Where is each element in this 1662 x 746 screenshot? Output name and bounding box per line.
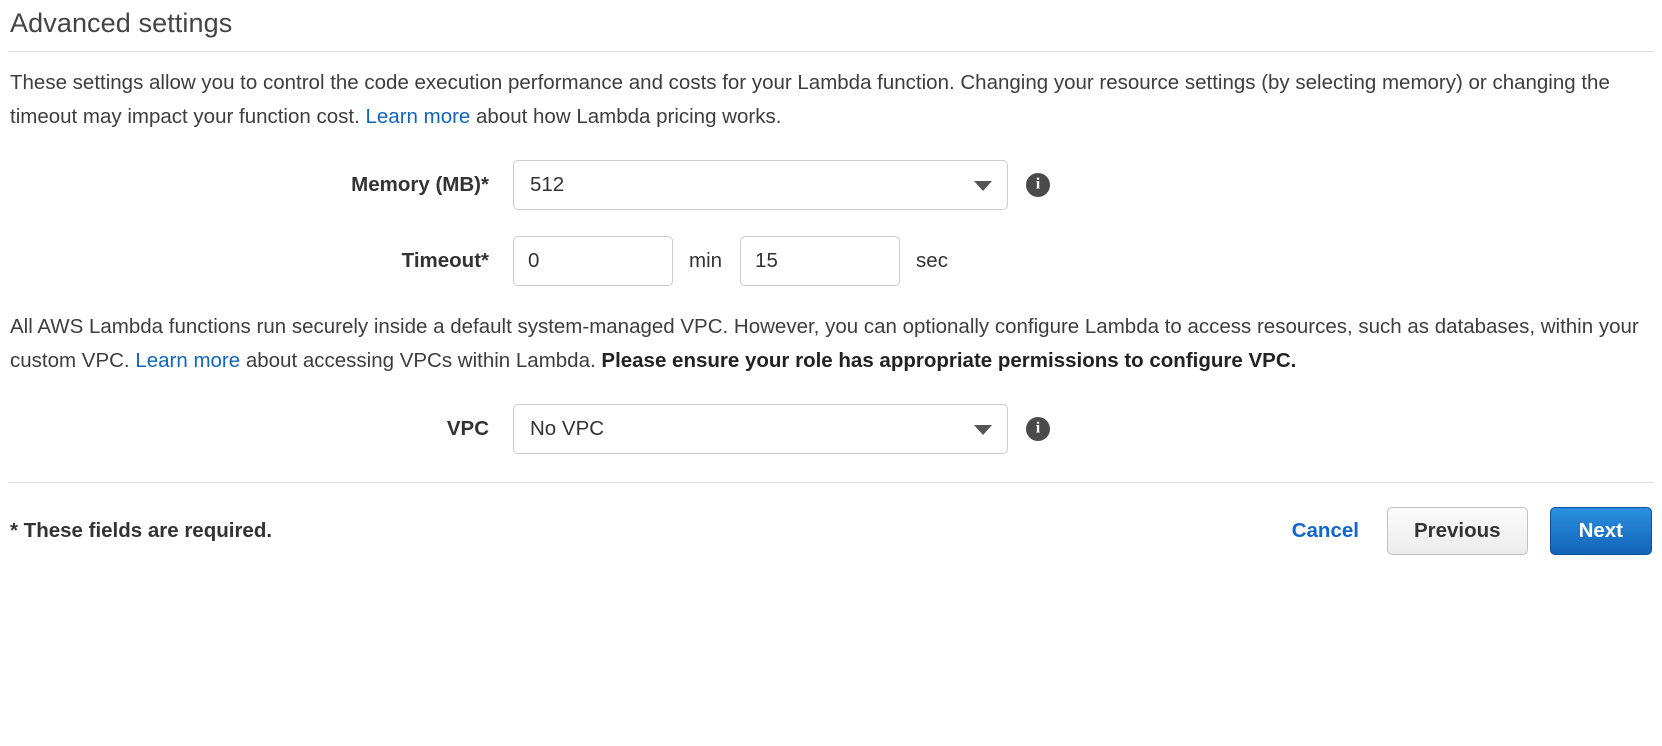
memory-select[interactable]: 512 [513,160,1008,210]
memory-info-icon[interactable]: i [1026,173,1050,197]
timeout-minutes-input[interactable] [513,236,673,286]
vpc-note-paragraph: All AWS Lambda functions run securely in… [10,310,1654,378]
timeout-row: Timeout* min sec [8,236,1654,286]
info-glyph: i [1035,175,1041,193]
advanced-settings-page: Advanced settings These settings allow y… [0,0,1662,746]
next-button[interactable]: Next [1549,507,1652,555]
vpc-learn-more-link[interactable]: Learn more [135,349,240,372]
previous-button[interactable]: Previous [1386,507,1528,555]
pricing-learn-more-link[interactable]: Learn more [365,105,470,128]
required-fields-note: * These fields are required. [10,519,273,542]
intro-text-part1: These settings allow you to control the … [10,71,1610,128]
timeout-seconds-unit: sec [916,249,948,272]
memory-select-wrapper: 512 [513,160,1008,210]
vpc-select[interactable]: No VPC [513,404,1008,454]
memory-row: Memory (MB)* 512 i [8,160,1654,210]
intro-paragraph: These settings allow you to control the … [10,66,1650,134]
vpc-note-part2: about accessing VPCs within Lambda. [240,349,602,372]
title-divider [8,51,1654,52]
timeout-minutes-unit: min [689,249,723,272]
timeout-label: Timeout* [401,249,489,272]
vpc-note-bold: Please ensure your role has appropriate … [601,349,1297,372]
vpc-row: VPC No VPC i [8,404,1654,454]
timeout-seconds-input[interactable] [740,236,901,286]
vpc-label: VPC [446,417,489,440]
intro-text-part2: about how Lambda pricing works. [470,105,782,128]
footer-bar: * These fields are required. Cancel Prev… [8,483,1654,555]
info-glyph: i [1035,419,1041,437]
footer-actions: Cancel Previous Next [1286,507,1652,555]
page-title: Advanced settings [10,8,233,38]
memory-label: Memory (MB)* [351,173,489,196]
vpc-select-wrapper: No VPC [513,404,1008,454]
vpc-info-icon[interactable]: i [1026,417,1050,441]
cancel-button[interactable]: Cancel [1286,515,1365,547]
